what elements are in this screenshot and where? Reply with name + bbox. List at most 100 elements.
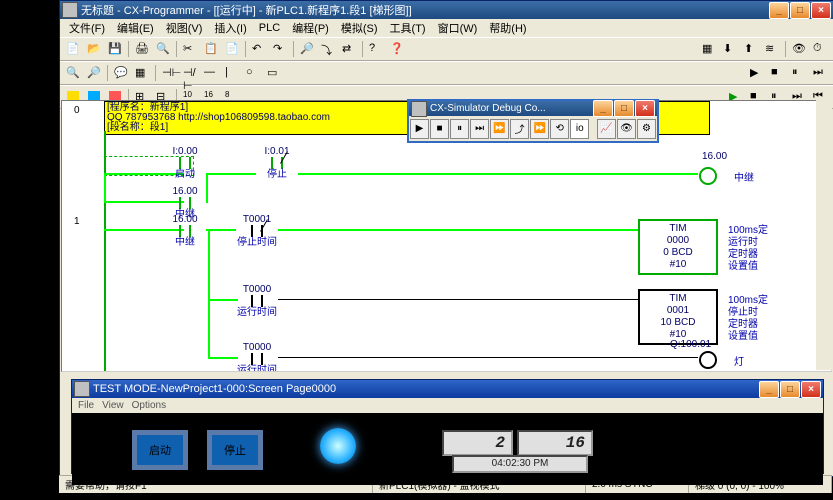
sim-stepout-icon[interactable]: ⤴ [510,119,529,139]
hmi-start-button[interactable]: 启动 [132,430,188,470]
test-menu-view[interactable]: View [102,400,124,411]
contact-nc-icon[interactable]: ⊣/⊢ [180,63,200,83]
toggle-comment-icon[interactable]: 💬 [111,63,131,83]
menu-simulate[interactable]: 模拟(S) [336,19,383,37]
sim-fast-icon[interactable]: ⏩ [530,119,549,139]
cut-icon[interactable]: ✂ [180,39,200,59]
menu-view[interactable]: 视图(V) [161,19,208,37]
run-icon[interactable]: ▶ [747,63,767,83]
download-icon[interactable]: ⬇ [720,39,740,59]
compare-icon[interactable]: ≋ [762,39,782,59]
main-titlebar[interactable]: 无标题 - CX-Programmer - [[运行中] - 新PLC1.新程序… [60,1,833,19]
wire [298,173,698,175]
monitor-icon[interactable]: 👁 [789,39,809,59]
pause-icon[interactable]: ⏸ [789,63,809,83]
menu-help[interactable]: 帮助(H) [484,19,531,37]
sim-close-button[interactable]: × [635,100,655,117]
minimize-button[interactable]: _ [769,2,789,19]
test-menu-file[interactable]: File [78,400,94,411]
paste-icon[interactable]: 📄 [222,39,242,59]
rung-0-number: 0 [74,105,80,116]
sim-step2-icon[interactable]: ⏭ [470,119,489,139]
contact-16-00a[interactable]: 16.00 中继 [162,187,208,215]
sim-max-button[interactable]: □ [614,100,634,117]
vertical-scrollbar[interactable] [816,100,832,370]
sim-stop2-icon[interactable]: ■ [430,119,449,139]
coil-icon[interactable]: ○ [243,63,263,83]
watch-icon[interactable]: ⏱ [810,39,830,59]
menu-program[interactable]: 编程(P) [287,19,334,37]
step-icon[interactable]: ⏭ [810,63,830,83]
stop-icon[interactable]: ■ [768,63,788,83]
whatsthis-icon[interactable]: ❓ [387,39,407,59]
test-min-button[interactable]: _ [759,381,779,398]
contact-no-icon[interactable]: ⊣⊢ [159,63,179,83]
sim-min-button[interactable]: _ [593,100,613,117]
sim-stepover-icon[interactable]: ⏩ [490,119,509,139]
toggle-grid-icon[interactable]: ▦ [132,63,152,83]
sim-run-icon[interactable]: ▶ [410,119,429,139]
zoomin-icon[interactable]: 🔍 [63,63,83,83]
menu-file[interactable]: 文件(F) [64,19,110,37]
undo-icon[interactable]: ↶ [249,39,269,59]
contact-i0-01[interactable]: I:0.01 停止 [254,147,300,175]
hmi-stop-button[interactable]: 停止 [207,430,263,470]
test-titlebar[interactable]: TEST MODE-NewProject1-000:Screen Page000… [72,380,823,398]
sim-reset-icon[interactable]: ⟲ [550,119,569,139]
save-icon[interactable]: 💾 [105,39,125,59]
hmi-clock: 04:02:30 PM [452,455,588,473]
help-icon[interactable]: ? [366,39,386,59]
zoomout-icon[interactable]: 🔎 [84,63,104,83]
sim-pause2-icon[interactable]: ⏸ [450,119,469,139]
menu-insert[interactable]: 插入(I) [209,19,251,37]
test-title: TEST MODE-NewProject1-000:Screen Page000… [93,383,759,395]
contact-i0-00[interactable]: I:0.00 启动 [162,147,208,175]
hline-icon[interactable]: — [201,63,221,83]
find-icon[interactable]: 🔎 [297,39,317,59]
online-icon[interactable]: ▦ [699,39,719,59]
timer-0001[interactable]: TIM 0001 10 BCD #10 [638,289,718,345]
test-menu-options[interactable]: Options [132,400,166,411]
sim-chart-icon[interactable]: 📈 [597,119,616,139]
wire [208,299,210,359]
contact-t0001[interactable]: T0001 停止时间 [234,215,280,243]
sim-toolbar: ▶ ■ ⏸ ⏭ ⏩ ⤴ ⏩ ⟲ io 📈 👁 ⚙ [409,116,657,141]
coil2-cmt: 灯 [734,353,744,368]
coil-16-00[interactable] [699,167,717,185]
new-icon[interactable]: 📄 [63,39,83,59]
sim-titlebar[interactable]: CX-Simulator Debug Co... _ □ × [409,101,657,116]
sim-cfg-icon[interactable]: ⚙ [637,119,656,139]
menu-window[interactable]: 窗口(W) [433,19,483,37]
wire [206,173,208,203]
open-icon[interactable]: 📂 [84,39,104,59]
main-menubar: 文件(F) 编辑(E) 视图(V) 插入(I) PLC 编程(P) 模拟(S) … [60,19,833,37]
replace-icon[interactable]: ⇄ [339,39,359,59]
coil-q100-01[interactable] [699,351,717,369]
wire [206,229,236,231]
test-close-button[interactable]: × [801,381,821,398]
test-mode-window[interactable]: TEST MODE-NewProject1-000:Screen Page000… [71,379,824,474]
contact-16-00b[interactable]: 16.00 中继 [162,215,208,243]
findnext-icon[interactable]: ⤵ [318,39,338,59]
preview-icon[interactable]: 🔍 [153,39,173,59]
vline-icon[interactable]: | [222,63,242,83]
sim-watch-icon[interactable]: 👁 [617,119,636,139]
instr-icon[interactable]: ▭ [264,63,284,83]
cx-simulator-window[interactable]: CX-Simulator Debug Co... _ □ × ▶ ■ ⏸ ⏭ ⏩… [407,99,659,143]
maximize-button[interactable]: □ [790,2,810,19]
menu-tools[interactable]: 工具(T) [385,19,431,37]
upload-icon[interactable]: ⬆ [741,39,761,59]
sim-io-icon[interactable]: io [570,119,589,139]
menu-plc[interactable]: PLC [254,21,285,35]
menu-edit[interactable]: 编辑(E) [112,19,159,37]
redo-icon[interactable]: ↷ [270,39,290,59]
test-max-button[interactable]: □ [780,381,800,398]
contact-t0000a[interactable]: T0000 运行时间 [234,285,280,313]
close-button[interactable]: × [811,2,831,19]
t2-s4: 设置值 [728,327,758,342]
print-icon[interactable]: 🖨 [132,39,152,59]
wire [278,299,638,300]
timer-0000[interactable]: TIM 0000 0 BCD #10 [638,219,718,275]
copy-icon[interactable]: 📋 [201,39,221,59]
contact-t0000b[interactable]: T0000 运行时间 [234,343,280,371]
